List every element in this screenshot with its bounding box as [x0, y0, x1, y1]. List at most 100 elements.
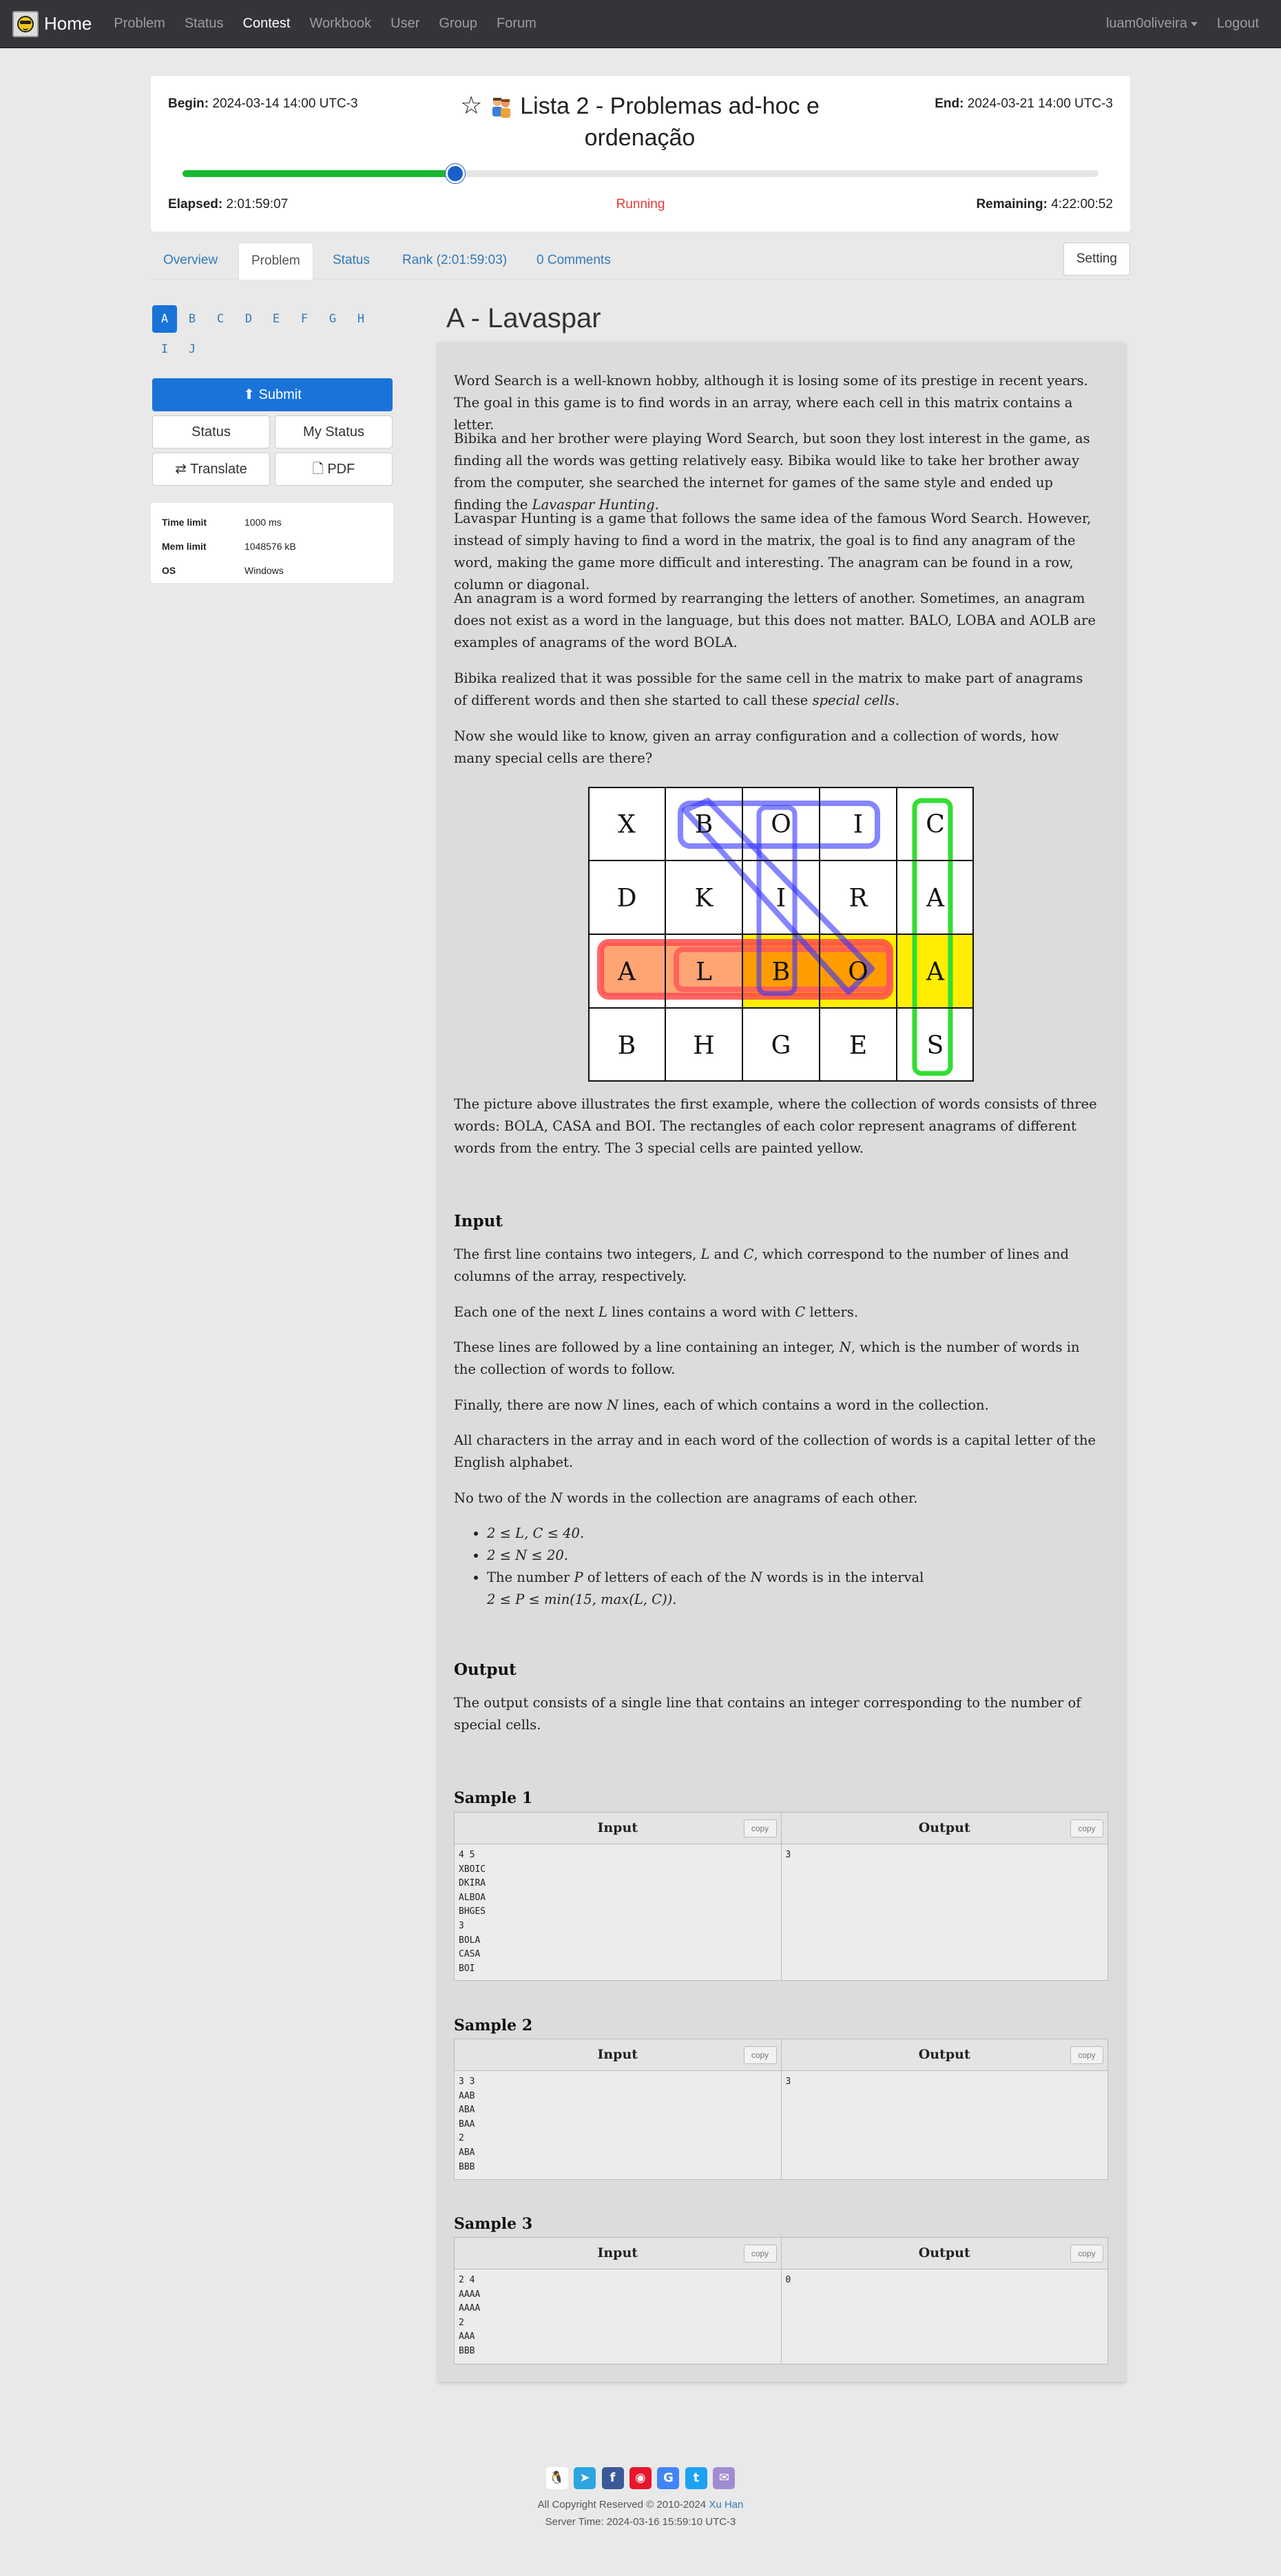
grid-cell-letter: S [927, 1032, 944, 1060]
statement-paragraph: Bibika realized that it was possible for… [454, 668, 1098, 712]
my-status-button[interactable]: My Status [275, 415, 393, 449]
math-var: P [574, 1569, 583, 1585]
qq-icon[interactable]: 🐧 [545, 2467, 568, 2489]
nav-user[interactable]: User [390, 16, 419, 32]
math-var: N [550, 1490, 563, 1506]
text-run: Finally, there are now [454, 1397, 607, 1413]
status-button[interactable]: Status [152, 415, 270, 449]
nav-workbook[interactable]: Workbook [309, 16, 371, 32]
contest-header: Begin: 2024-03-14 14:00 UTC-3 ☆ Lista 2 … [151, 76, 1130, 231]
author-link[interactable]: Xu Han [709, 2499, 743, 2511]
copy-output-button[interactable]: copy [1070, 2245, 1103, 2263]
sample-title: Sample 3 [454, 2215, 533, 2233]
nav-problem[interactable]: Problem [114, 16, 165, 32]
twitter-icon[interactable]: t [685, 2467, 707, 2489]
limit-key: Mem limit [162, 540, 207, 552]
translate-button[interactable]: ⇄ Translate [152, 453, 270, 486]
sample-output-header: Output copy [782, 2238, 1108, 2269]
sample-output: 3 [785, 2077, 791, 2087]
math-var: N [839, 1339, 851, 1355]
problem-statement: Word Search is a well-known hobby, altho… [438, 342, 1125, 2382]
elapsed-label: Elapsed: [168, 197, 223, 212]
limit-row: Time limit 1000 ms [162, 510, 382, 534]
nav-contest[interactable]: Contest [243, 16, 291, 32]
constraint-item: 2 ≤ N ≤ 20. [487, 1545, 1098, 1567]
problem-link-a[interactable]: A [152, 305, 177, 333]
nav-group[interactable]: Group [439, 16, 477, 32]
grid-cell-letter: I [776, 885, 786, 913]
statement-paragraph: No two of the N words in the collection … [454, 1487, 1098, 1509]
progress-fill [183, 170, 456, 177]
logout-link[interactable]: Logout [1217, 16, 1259, 32]
user-menu[interactable]: luam0oliveira [1106, 16, 1198, 32]
contest-tabs: Overview Problem Status Rank (2:01:59:03… [151, 243, 1130, 280]
grid-cell-letter: O [848, 958, 868, 987]
google-icon[interactable]: G [657, 2467, 680, 2489]
problem-link-i[interactable]: I [152, 336, 177, 363]
problem-title: A - Lavaspar [446, 303, 601, 333]
tab-status[interactable]: Status [320, 243, 382, 280]
math-var: L [598, 1304, 607, 1320]
top-navbar: Home Problem Status Contest Workbook Use… [0, 0, 1281, 48]
text-run: and [709, 1246, 744, 1262]
begin-label: Begin: [168, 96, 209, 111]
statement-paragraph: The first line contains two integers, L … [454, 1244, 1098, 1288]
email-icon[interactable]: ✉ [713, 2467, 736, 2489]
progress-knob[interactable] [446, 164, 466, 183]
tab-comments[interactable]: 0 Comments [524, 243, 623, 280]
problem-link-h[interactable]: H [348, 305, 373, 333]
text-run: letters. [805, 1304, 859, 1320]
brand-text[interactable]: Home [44, 13, 92, 34]
output-label: Output [918, 1820, 970, 1835]
tab-overview[interactable]: Overview [151, 243, 230, 280]
file-icon: 🗋 [312, 462, 324, 477]
limit-row: OS Windows [162, 558, 382, 582]
grid-cell-letter: I [853, 811, 863, 839]
problem-link-c[interactable]: C [208, 305, 233, 333]
problem-link-d[interactable]: D [236, 305, 261, 333]
copy-output-button[interactable]: copy [1070, 1820, 1103, 1837]
copyright-text: All Copyright Reserved © 2010-2024 [537, 2499, 707, 2511]
nav-forum[interactable]: Forum [497, 16, 537, 32]
statement-paragraph: Lavaspar Hunting is a game that follows … [454, 511, 1092, 593]
sample-input-header: Input copy [455, 1813, 782, 1844]
end-label: End: [935, 96, 964, 111]
copyright: All Copyright Reserved © 2010-2024 Xu Ha… [0, 2499, 1281, 2511]
problem-link-g[interactable]: G [320, 305, 345, 333]
tab-problem[interactable]: Problem [238, 243, 313, 280]
copy-input-button[interactable]: copy [743, 2245, 777, 2263]
statement-paragraph: An anagram is a word formed by rearrangi… [454, 590, 1096, 650]
output-label: Output [918, 2245, 970, 2260]
pdf-button[interactable]: 🗋 PDF [275, 453, 393, 486]
contest-end: End: 2024-03-21 14:00 UTC-3 [935, 96, 1113, 112]
problem-link-f[interactable]: F [292, 305, 317, 333]
copy-input-button[interactable]: copy [743, 1820, 777, 1837]
nav-status[interactable]: Status [185, 16, 224, 32]
end-value: 2024-03-21 14:00 UTC-3 [967, 96, 1113, 111]
limit-value: Windows [244, 564, 284, 576]
submit-button[interactable]: ⬆ Submit [152, 378, 393, 411]
text-run: . [895, 692, 899, 708]
statement-paragraph: Each one of the next L lines contains a … [454, 1301, 1098, 1323]
facebook-icon[interactable]: f [601, 2467, 624, 2489]
text-run: special cells [812, 692, 895, 708]
sample-title: Sample 2 [454, 2017, 533, 2034]
sample-body: 3 3 AAB ABA BAA 2 ABA BBB 3 [455, 2071, 1107, 2179]
setting-button[interactable]: Setting [1063, 243, 1130, 276]
statement-paragraph: The output consists of a single line tha… [454, 1695, 1081, 1733]
sample-body: 2 4 AAAA AAAA 2 AAA BBB 0 [455, 2269, 1107, 2364]
contest-title-text: Lista 2 - Problemas ad-hoc e ordenação [520, 93, 820, 151]
telegram-icon[interactable]: ➤ [574, 2467, 596, 2489]
translate-label: Translate [190, 462, 247, 477]
star-icon[interactable]: ☆ [460, 90, 482, 121]
home-brand[interactable]: Home [12, 10, 92, 37]
remaining-value: 4:22:00:52 [1051, 197, 1113, 212]
problem-link-j[interactable]: J [180, 336, 205, 363]
problem-link-b[interactable]: B [180, 305, 205, 333]
sample-output-header: Output copy [782, 1813, 1108, 1844]
copy-output-button[interactable]: copy [1070, 2046, 1103, 2064]
tab-rank[interactable]: Rank (2:01:59:03) [390, 243, 519, 280]
problem-link-e[interactable]: E [264, 305, 289, 333]
copy-input-button[interactable]: copy [743, 2046, 777, 2064]
weibo-icon[interactable]: ◉ [629, 2467, 652, 2489]
